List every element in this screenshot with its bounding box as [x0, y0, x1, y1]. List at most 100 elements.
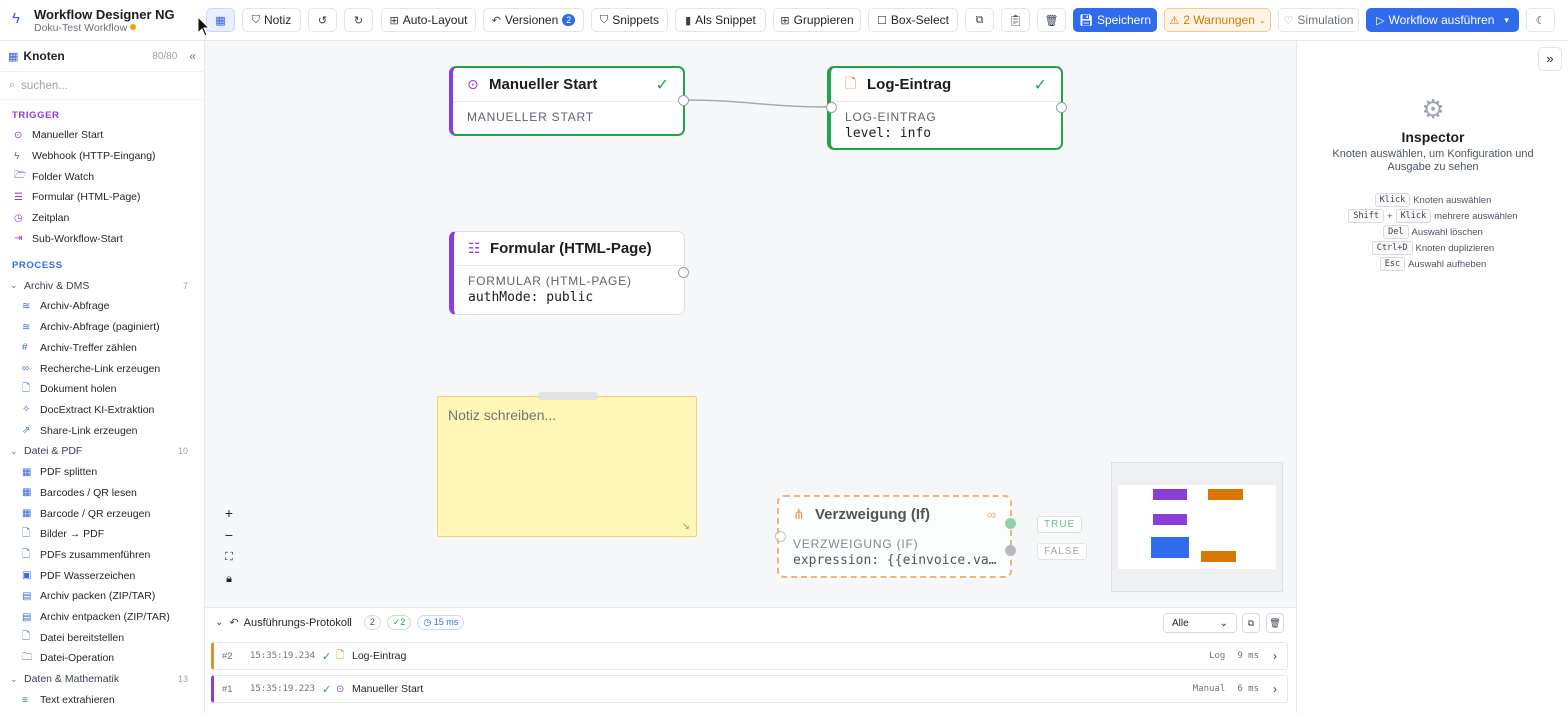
versionen-button[interactable]: ↶ Versionen 2	[483, 8, 584, 32]
paste-button[interactable]: 📋︎	[1001, 8, 1030, 32]
collapse-sidebar-icon[interactable]: «	[189, 49, 196, 63]
box-select-button[interactable]: ☐ Box-Select	[868, 8, 958, 32]
group-datei-pdf[interactable]: ⌄ Datei & PDF 10	[0, 441, 204, 462]
chevron-down-icon: ⌄	[10, 280, 18, 291]
palette-item[interactable]: ∞ Recherche-Link erzeugen	[0, 358, 204, 379]
palette-item[interactable]: 🗋︎ Datei bereitstellen	[0, 627, 204, 648]
zoom-out-icon[interactable]: −	[217, 524, 241, 546]
note-textarea[interactable]	[448, 407, 686, 517]
minimap-viewport	[1118, 485, 1276, 569]
group-count: 13	[177, 674, 188, 685]
node-log-eintrag[interactable]: 🗋︎ Log-Eintrag ✓ LOG-EINTRAG level: info	[827, 66, 1063, 150]
group-archiv-dms[interactable]: ⌄ Archiv & DMS 7	[0, 275, 204, 296]
clock-icon: ◷	[14, 212, 23, 224]
file-icon: 🗋︎	[22, 631, 31, 643]
unsaved-dot	[130, 24, 137, 30]
palette-item[interactable]: 🗋︎ PDFs zusammenführen	[0, 545, 204, 566]
redo-button[interactable]: ↻	[344, 8, 373, 32]
folder-icon: 🗁︎	[14, 170, 27, 182]
node-title: Manueller Start	[489, 76, 598, 93]
check-icon: ✓	[1033, 76, 1047, 94]
workflow-ausfuehren-button[interactable]: ▷ Workflow ausführen ▾	[1366, 8, 1519, 32]
als-snippet-button[interactable]: ▮ Als Snippet	[675, 8, 766, 32]
palette-item[interactable]: # Archiv-Treffer zählen	[0, 338, 204, 359]
edge-start-to-log	[683, 99, 832, 108]
section-process: PROCESS	[12, 260, 63, 272]
chevron-right-icon[interactable]: ›	[1273, 649, 1277, 663]
chevron-down-icon: ⌄	[10, 673, 18, 684]
group-daten-mathematik[interactable]: ⌄ Daten & Mathematik 13	[0, 669, 204, 690]
palette-item[interactable]: 🗋︎ Bilder → PDF	[0, 524, 204, 545]
clear-log-button[interactable]: 🗑︎	[1266, 613, 1284, 633]
palette-item-formular[interactable]: ☰ Formular (HTML-Page)	[0, 187, 204, 208]
log-filter-select[interactable]: Alle ⌄	[1163, 613, 1237, 633]
chevron-down-icon: ⌄	[1258, 15, 1266, 25]
auto-layout-button[interactable]: ⊞ Auto-Layout	[381, 8, 476, 32]
folder-icon: 🗀︎	[22, 651, 32, 663]
palette-item-zeitplan[interactable]: ◷ Zeitplan	[0, 208, 204, 229]
gruppieren-button[interactable]: ⊞ Gruppieren	[773, 8, 861, 32]
image-icon: ▣	[22, 570, 32, 582]
output-port[interactable]	[678, 95, 689, 106]
note-drag-handle[interactable]	[538, 392, 598, 400]
fit-view-icon[interactable]: ⛶	[217, 546, 241, 568]
palette-item[interactable]: ▦ PDF splitten	[0, 462, 204, 483]
theme-toggle-button[interactable]: ☾	[1526, 8, 1555, 32]
node-formular[interactable]: ☷ Formular (HTML-Page) FORMULAR (HTML-PA…	[449, 231, 685, 315]
notiz-button[interactable]: ⛉ Notiz	[242, 8, 301, 32]
sticky-note[interactable]: ↘	[437, 392, 697, 537]
node-manueller-start[interactable]: ⊙ Manueller Start ✓ MANUELLER START	[449, 66, 685, 136]
palette-item[interactable]: ▦ Barcodes / QR lesen	[0, 483, 204, 504]
palette-item-webhook[interactable]: ϟ Webhook (HTTP-Eingang)	[0, 146, 204, 167]
expand-inspector-icon[interactable]: »	[1538, 47, 1562, 71]
palette-item[interactable]: 🗀︎ Datei-Operation	[0, 648, 204, 669]
lock-icon[interactable]: 🔒︎	[217, 568, 241, 590]
snippets-button[interactable]: ⛉ Snippets	[591, 8, 668, 32]
palette-item[interactable]: ▦ Barcode / QR erzeugen	[0, 503, 204, 524]
speichern-button[interactable]: 💾︎ Speichern	[1073, 8, 1157, 32]
trash-icon: 🗑︎	[1044, 14, 1059, 27]
chevron-down-icon: ⌄	[1219, 617, 1228, 629]
simulation-button[interactable]: ♡ Simulation	[1278, 8, 1359, 32]
node-verzweigung[interactable]: ⋔ Verzweigung (If) ∞ VERZWEIGUNG (IF) ex…	[777, 495, 1012, 578]
zoom-in-icon[interactable]: +	[217, 502, 241, 524]
header: ϟ Workflow Designer NG Doku-Test Workflo…	[0, 0, 1568, 41]
minimap-node	[1153, 489, 1187, 500]
palette-item[interactable]: ✧ DocExtract KI-Extraktion	[0, 400, 204, 421]
palette-item-folder-watch[interactable]: 🗁︎ Folder Watch	[0, 166, 204, 187]
grid-icon: ▦	[22, 466, 32, 478]
input-port[interactable]	[775, 531, 786, 542]
chevron-down-icon[interactable]: ⌄	[215, 617, 223, 628]
palette-item-manueller-start[interactable]: ⊙ Manueller Start	[0, 125, 204, 146]
palette-item[interactable]: 🗋︎ Dokument holen	[0, 379, 204, 400]
node-param: authMode: public	[468, 290, 594, 305]
chevron-right-icon[interactable]: ›	[1273, 682, 1277, 696]
log-row[interactable]: #1 15:35:19.223 ✓ ⊙ Manueller Start Manu…	[211, 675, 1288, 703]
copy-button[interactable]: ⧉	[965, 8, 994, 32]
copy-log-button[interactable]: ⧉	[1242, 613, 1260, 633]
palette-item[interactable]: ≋ Archiv-Abfrage (paginiert)	[0, 317, 204, 338]
grid-icon: ▦	[8, 50, 19, 63]
hash-icon: #	[22, 342, 28, 354]
palette-item[interactable]: ▤ Archiv packen (ZIP/TAR)	[0, 586, 204, 607]
save-icon: 💾︎	[1078, 14, 1093, 27]
undo-button[interactable]: ↺	[308, 8, 337, 32]
input-port[interactable]	[826, 102, 837, 113]
palette-item-sub-workflow-start[interactable]: ⇥ Sub-Workflow-Start	[0, 228, 204, 249]
palette-item[interactable]: ▤ Archiv entpacken (ZIP/TAR)	[0, 607, 204, 628]
true-port[interactable]	[1005, 518, 1016, 529]
palette-item[interactable]: ▣ PDF Wasserzeichen	[0, 565, 204, 586]
log-row[interactable]: #2 15:35:19.234 ✓ 🗋︎ Log-Eintrag Log 9 m…	[211, 642, 1288, 670]
workflow-canvas[interactable]: ⊙ Manueller Start ✓ MANUELLER START 🗋︎ L…	[205, 41, 1296, 607]
false-port[interactable]	[1005, 545, 1016, 556]
palette-search-input[interactable]	[21, 79, 192, 92]
palette-item[interactable]: ≋ Archiv-Abfrage	[0, 296, 204, 317]
palette-item[interactable]: ≡ Text extrahieren	[0, 690, 204, 711]
output-port[interactable]	[678, 267, 689, 278]
minimap[interactable]	[1111, 462, 1283, 592]
warnungen-button[interactable]: ⚠ 2 Warnungen ⌄	[1164, 8, 1271, 32]
output-port[interactable]	[1056, 102, 1067, 113]
resize-icon[interactable]: ↘	[682, 521, 690, 532]
palette-item[interactable]: ⇗ Share-Link erzeugen	[0, 420, 204, 441]
delete-button[interactable]: 🗑︎	[1037, 8, 1066, 32]
